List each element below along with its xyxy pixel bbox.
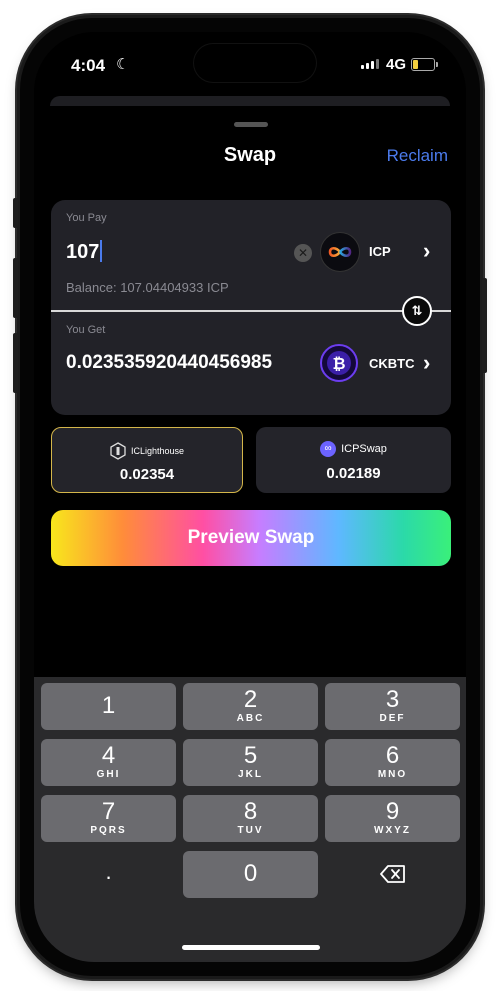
backspace-key[interactable] (325, 851, 460, 898)
quote-value: 0.02189 (326, 465, 381, 482)
key-letters: DEF (379, 713, 406, 724)
quote-source-label: ICPSwap (341, 443, 387, 455)
status-bar: 4:04 ☾ 4G (34, 32, 466, 92)
key-letters: GHI (96, 769, 121, 780)
quote-card-iclighthouse[interactable]: ICLighthouse 0.02354 (51, 427, 243, 493)
swap-direction-icon[interactable]: ⇅ (402, 296, 432, 326)
key-letters: JKL (238, 769, 263, 780)
key-1[interactable]: 1 (41, 683, 176, 730)
reclaim-button[interactable]: Reclaim (387, 146, 448, 166)
quote-card-icpswap[interactable]: ∞ ICPSwap 0.02189 (256, 427, 451, 493)
background-sheet (50, 96, 450, 106)
screen: 4:04 ☾ 4G Swap Reclaim You Pay 107 ✕ ICP… (34, 32, 466, 962)
key-letters: PQRS (90, 825, 127, 836)
key-digit: 8 (243, 798, 258, 825)
pay-amount-input[interactable]: 107 (66, 240, 103, 264)
home-indicator[interactable] (182, 945, 320, 950)
icp-logo-icon[interactable] (320, 232, 360, 272)
key-4[interactable]: 4 GHI (41, 739, 176, 786)
key-8[interactable]: 8 TUV (183, 795, 318, 842)
quote-value: 0.02354 (119, 466, 175, 483)
chevron-right-icon[interactable]: › (423, 350, 430, 376)
text-caret (100, 240, 103, 262)
key-2[interactable]: 2 ABC (183, 683, 318, 730)
volume-down-button (13, 333, 18, 393)
key-digit: . (105, 859, 112, 884)
network-type: 4G (386, 56, 407, 73)
divider (51, 310, 451, 312)
status-time: 4:04 (71, 56, 106, 75)
key-5[interactable]: 5 JKL (183, 739, 318, 786)
quote-source: ICLighthouse (52, 442, 242, 460)
get-amount: 0.023535920440456985 (66, 352, 273, 373)
backspace-icon (379, 865, 405, 883)
key-digit: 2 (243, 686, 258, 713)
sheet-grabber[interactable] (234, 122, 268, 127)
signal-icon (361, 59, 379, 69)
pay-token-name[interactable]: ICP (369, 244, 391, 259)
key-digit: 5 (243, 742, 258, 769)
dynamic-island (194, 44, 316, 82)
power-button (482, 278, 487, 373)
bitcoin-logo-icon[interactable]: ₿ (320, 344, 358, 382)
quote-source: ∞ ICPSwap (256, 441, 451, 457)
chevron-right-icon[interactable]: › (423, 238, 430, 264)
key-7[interactable]: 7 PQRS (41, 795, 176, 842)
swap-card: You Pay 107 ✕ ICP › Balance: 107.0440493… (51, 200, 451, 415)
key-digit: 7 (101, 798, 116, 825)
svg-text:₿: ₿ (332, 354, 345, 373)
key-letters: ABC (236, 713, 265, 724)
key-digit: 0 (243, 860, 258, 887)
key-digit: 1 (101, 692, 116, 719)
you-get-label: You Get (66, 324, 106, 336)
key-digit: 6 (385, 742, 400, 769)
phone-frame: 4:04 ☾ 4G Swap Reclaim You Pay 107 ✕ ICP… (13, 18, 487, 976)
balance-text: Balance: 107.04404933 ICP (66, 280, 229, 295)
key-3[interactable]: 3 DEF (325, 683, 460, 730)
key-letters: WXYZ (374, 825, 411, 836)
key-digit: 3 (385, 686, 400, 713)
volume-up-button (13, 258, 18, 318)
icpswap-logo-icon: ∞ (320, 441, 337, 457)
lighthouse-logo-icon (110, 442, 126, 460)
numeric-keypad: 1 2 ABC 3 DEF 4 GHI 5 JKL 6 MNO 7 PQRS 8 TUV 9W… (34, 677, 466, 962)
you-pay-label: You Pay (66, 212, 107, 224)
action-button (13, 198, 18, 228)
key-digit: 9 (385, 798, 400, 825)
key-6[interactable]: 6 MNO (325, 739, 460, 786)
key-letters: TUV (237, 825, 264, 836)
get-token-name[interactable]: CKBTC (369, 356, 415, 371)
preview-swap-button[interactable]: Preview Swap (51, 510, 451, 566)
clear-icon[interactable]: ✕ (294, 244, 312, 262)
moon-icon: ☾ (116, 56, 130, 73)
key-9[interactable]: 9 WXYZ (325, 795, 460, 842)
key-decimal[interactable]: . (41, 851, 176, 898)
battery-icon (411, 58, 438, 71)
key-digit: 4 (101, 742, 116, 769)
key-0[interactable]: 0 (183, 851, 318, 898)
quote-source-label: ICLighthouse (130, 446, 185, 456)
key-letters: MNO (377, 769, 408, 780)
